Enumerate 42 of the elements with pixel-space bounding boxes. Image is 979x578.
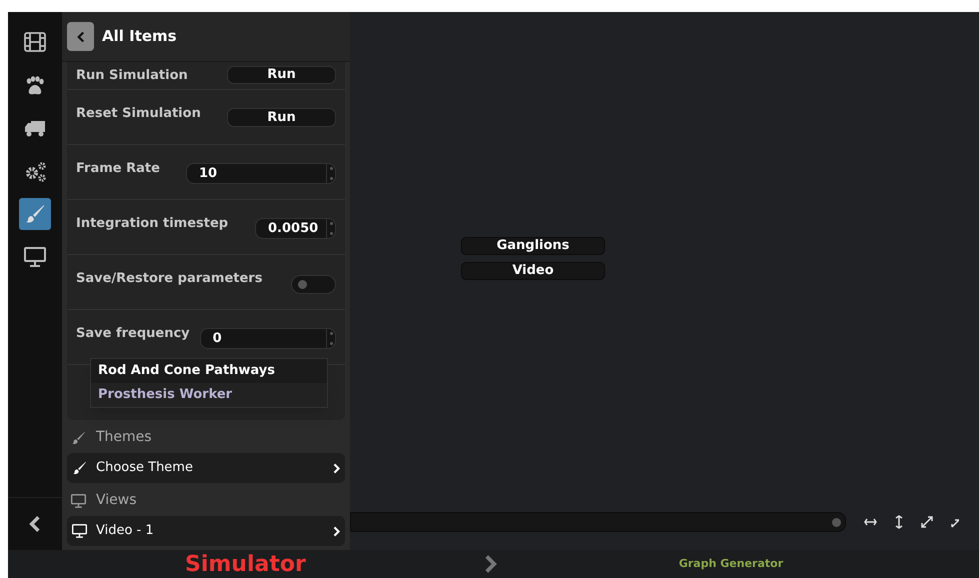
truck-icon	[24, 120, 46, 136]
app-title: Simulator	[185, 550, 306, 578]
dropdown-option[interactable]: Rod And Cone Pathways	[91, 359, 327, 383]
number-field[interactable]: 0	[200, 328, 336, 349]
panel-title: All Items	[102, 26, 177, 48]
graph-node[interactable]: Video	[461, 262, 605, 280]
toggle-switch[interactable]	[291, 275, 336, 294]
setting-label: Reset Simulation	[76, 105, 201, 123]
setting-label: Frame Rate	[76, 160, 160, 178]
menu-item[interactable]: Video - 1	[67, 516, 345, 546]
chevron-right-icon	[484, 554, 498, 574]
number-field[interactable]: 0.0050	[255, 218, 336, 239]
setting-label: Save frequency	[76, 325, 190, 343]
section-title: Themes	[96, 428, 152, 447]
number-field[interactable]: 10	[186, 163, 336, 184]
graph-node[interactable]: Ganglions	[461, 237, 605, 255]
monitor-icon	[72, 524, 87, 538]
run-button[interactable]: Run	[227, 108, 336, 127]
chevron-left-icon	[76, 30, 84, 42]
setting-label: Integration timestep	[76, 215, 228, 233]
horizontal-resize-icon[interactable]	[864, 518, 877, 526]
vertical-resize-icon[interactable]	[895, 515, 903, 529]
back-button[interactable]	[67, 22, 94, 51]
brush-icon	[72, 461, 87, 475]
gears-icon	[24, 160, 46, 182]
setting-label: Run Simulation	[76, 67, 188, 85]
setting-label: Save/Restore parameters	[76, 270, 262, 288]
monitor-icon	[71, 494, 86, 508]
next-app-link[interactable]: Graph Generator	[678, 556, 784, 572]
chevron-right-icon	[333, 526, 340, 536]
brush-icon	[71, 430, 86, 444]
chevron-left-icon	[29, 515, 41, 533]
menu-item[interactable]: Choose Theme	[67, 453, 345, 483]
chevron-right-icon	[333, 462, 340, 474]
monitor-icon	[24, 247, 46, 267]
expand-icon[interactable]	[921, 516, 933, 528]
film-icon	[24, 32, 46, 52]
section-title: Views	[96, 491, 137, 510]
dropdown-option[interactable]: Prosthesis Worker	[91, 383, 327, 407]
run-button[interactable]: Run	[227, 66, 336, 84]
paw-icon	[25, 76, 45, 94]
brush-icon	[25, 204, 45, 224]
